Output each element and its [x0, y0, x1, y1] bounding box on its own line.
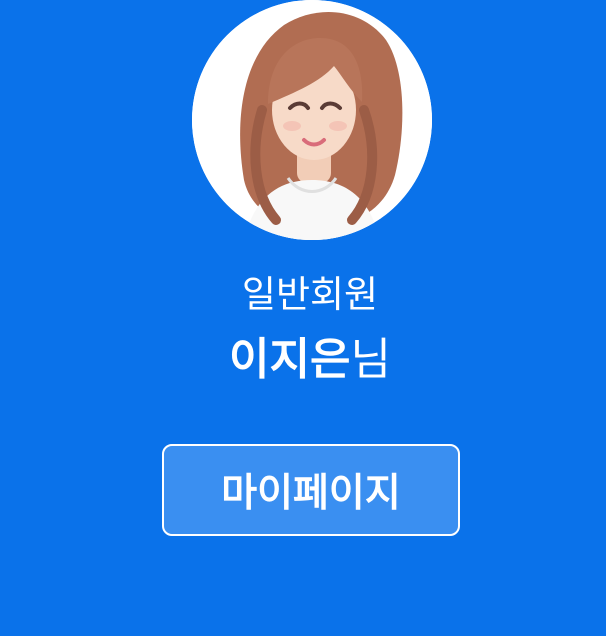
profile-photo-icon — [192, 0, 432, 240]
profile-avatar — [192, 0, 432, 240]
member-name-line: 이지은님 — [0, 334, 606, 386]
member-name: 이지은 — [229, 334, 351, 385]
mypage-button[interactable]: 마이페이지 — [162, 444, 460, 536]
profile-panel: 일반회원 이지은님 마이페이지 — [0, 0, 606, 636]
member-name-suffix: 님 — [350, 334, 391, 385]
member-type-label: 일반회원 — [241, 273, 379, 316]
